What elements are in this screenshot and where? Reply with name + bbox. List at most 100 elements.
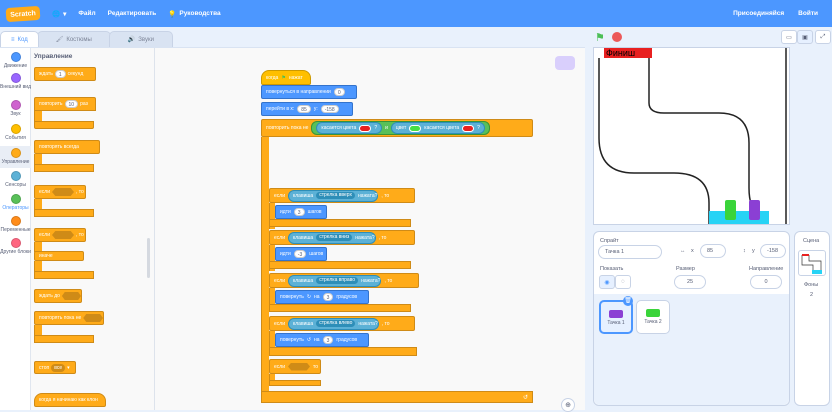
- key-down-pressed[interactable]: клавиша стрелка вниз нажата?: [288, 231, 376, 244]
- if-right-block[interactable]: если клавиша стрелка вправо нажата? , то: [269, 273, 419, 288]
- large-stage-icon[interactable]: ▣: [797, 30, 813, 44]
- key-up-pressed[interactable]: клавиша стрелка вверх нажата?: [288, 189, 379, 202]
- if-empty-bottom: [269, 380, 321, 386]
- wait-block[interactable]: ждать 1 секунд: [34, 67, 96, 81]
- y-input[interactable]: -158: [760, 244, 786, 258]
- category-myblocks[interactable]: Другие блоки: [0, 238, 31, 256]
- category-sensing[interactable]: Сенсоры: [0, 171, 31, 189]
- category-operators[interactable]: Операторы: [0, 194, 31, 212]
- repeat-until-slot[interactable]: [83, 314, 103, 322]
- signin-link[interactable]: Войти: [798, 10, 818, 17]
- join-link[interactable]: Присоединяйся: [733, 10, 784, 17]
- direction-input[interactable]: 0: [750, 275, 782, 289]
- scratch-logo[interactable]: Scratch: [5, 5, 41, 22]
- move-up-block[interactable]: идти 3 шагов: [275, 205, 327, 219]
- wait-label: ждать: [39, 71, 53, 77]
- stop-option[interactable]: все: [51, 363, 66, 372]
- if-else-block[interactable]: если , то: [34, 228, 86, 242]
- if-left-block[interactable]: если клавиша стрелка влево нажата? , то: [269, 316, 415, 331]
- size-input[interactable]: 25: [674, 275, 706, 289]
- sprite-label: Спрайт: [600, 238, 619, 244]
- key-right-pressed[interactable]: клавиша стрелка вправо нажата?: [288, 274, 382, 287]
- tab-costumes-label: Костюмы: [66, 36, 92, 43]
- delete-sprite-icon[interactable]: 🗑: [623, 296, 633, 306]
- if-left-label: если: [274, 320, 285, 327]
- x-input[interactable]: 85: [700, 244, 726, 258]
- turn-left-value[interactable]: 3: [322, 336, 334, 344]
- fullscreen-icon[interactable]: ⤢: [815, 30, 831, 44]
- turn-right-block[interactable]: повернуть ↻ на 3 градусов: [275, 290, 369, 304]
- menu-file[interactable]: Файл: [78, 10, 95, 17]
- category-variables[interactable]: Переменные: [0, 216, 31, 234]
- green-swatch[interactable]: [409, 124, 422, 132]
- stage-selector-panel[interactable]: Сцена Фоны 2: [794, 231, 830, 406]
- key-up-dropdown[interactable]: стрелка вверх: [316, 192, 356, 199]
- point-value[interactable]: 0: [333, 88, 345, 96]
- turn-right-value[interactable]: 3: [322, 293, 334, 301]
- point-direction-block[interactable]: повернуться в направлении 0: [261, 85, 357, 99]
- tab-code[interactable]: ≡ Код: [0, 31, 39, 47]
- category-sound[interactable]: Звук: [0, 100, 31, 118]
- forever-block-arm: [34, 154, 42, 164]
- stop-sign-icon[interactable]: [612, 32, 622, 42]
- red-swatch[interactable]: [359, 124, 372, 132]
- key-left-pressed[interactable]: клавиша стрелка влево нажата?: [288, 317, 379, 330]
- category-events[interactable]: События: [0, 124, 31, 142]
- sprite-thumb-2[interactable]: Тачка 2: [636, 300, 670, 334]
- show-visible-icon[interactable]: ◉: [599, 275, 615, 289]
- move-down-block[interactable]: идти -3 шагов: [275, 247, 327, 261]
- key-down-dropdown[interactable]: стрелка вниз: [316, 234, 353, 241]
- move-up-value[interactable]: 3: [293, 208, 305, 216]
- and-operator[interactable]: касается цвета? и цвет касается цвета?: [311, 121, 490, 135]
- condition-slot-2[interactable]: [52, 231, 74, 239]
- if-empty-slot[interactable]: [288, 362, 310, 371]
- forever-block-bottom: [34, 164, 94, 172]
- color-touching-color[interactable]: цвет касается цвета?: [390, 122, 485, 134]
- stop-block[interactable]: стоп все ▾: [34, 361, 76, 374]
- wait-until-slot[interactable]: [61, 292, 81, 300]
- palette-scrollbar[interactable]: [147, 238, 150, 278]
- if-empty-then: то: [313, 363, 319, 370]
- if-up-block[interactable]: если клавиша стрелка вверх нажата? , то: [269, 188, 415, 203]
- move-down-label: идти: [280, 251, 291, 257]
- red-swatch-2[interactable]: [462, 124, 475, 132]
- backdrop-thumb[interactable]: [798, 250, 826, 276]
- repeat-until-block[interactable]: повторять пока не: [34, 311, 104, 325]
- sprite-name-input[interactable]: Тачка 1: [598, 245, 662, 259]
- goto-xy-block[interactable]: перейти в x: 85 y: -158: [261, 102, 353, 116]
- forever-block[interactable]: повторять всегда: [34, 140, 100, 154]
- category-looks[interactable]: Внешний вид: [0, 73, 31, 91]
- repeat-value[interactable]: 10: [64, 100, 79, 108]
- goto-y-value[interactable]: -158: [320, 105, 339, 113]
- move-down-value[interactable]: -3: [293, 250, 307, 258]
- category-control[interactable]: Управление: [0, 146, 31, 168]
- touching-color-1[interactable]: касается цвета?: [316, 122, 383, 134]
- clone-hat-block[interactable]: когда я начинаю как клон: [34, 393, 106, 407]
- if-down-block[interactable]: если клавиша стрелка вниз нажата? , то: [269, 230, 415, 245]
- show-hidden-icon[interactable]: ◌: [615, 275, 631, 289]
- tab-costumes[interactable]: 🖌 Костюмы: [36, 31, 111, 47]
- stop-chevron-icon: ▾: [67, 364, 70, 371]
- if-empty-block[interactable]: если то: [269, 359, 321, 374]
- stage-canvas[interactable]: Финиш: [593, 47, 790, 225]
- repeat-until-script-block[interactable]: повторить пока не касается цвета? и цвет…: [261, 119, 533, 137]
- repeat-block[interactable]: повторить 10 раз: [34, 97, 96, 111]
- wait-until-block[interactable]: ждать до: [34, 289, 82, 303]
- when-flag-hat[interactable]: когда ⚑ нажат: [261, 70, 311, 85]
- rotate-ccw-icon: ↺: [306, 337, 312, 343]
- goto-x-value[interactable]: 85: [297, 105, 311, 113]
- turn-left-block[interactable]: повернуть ↺ на 3 градусов: [275, 333, 369, 347]
- condition-slot[interactable]: [52, 188, 74, 196]
- menu-edit[interactable]: Редактировать: [108, 10, 157, 17]
- green-flag-icon[interactable]: ⚑: [595, 31, 605, 44]
- key-left-dropdown[interactable]: стрелка влево: [316, 320, 356, 327]
- language-menu[interactable]: 🌐 ▾: [52, 10, 66, 18]
- if-left-bottom: [269, 347, 417, 356]
- small-stage-icon[interactable]: ▭: [781, 30, 797, 44]
- if-block[interactable]: если , то: [34, 185, 86, 199]
- wait-value[interactable]: 1: [54, 70, 66, 78]
- category-motion[interactable]: Движение: [0, 52, 31, 70]
- menu-tutorials[interactable]: 💡 Руководства: [168, 10, 220, 18]
- tab-sounds[interactable]: 🔊 Звуки: [108, 31, 173, 47]
- key-right-dropdown[interactable]: стрелка вправо: [316, 277, 359, 284]
